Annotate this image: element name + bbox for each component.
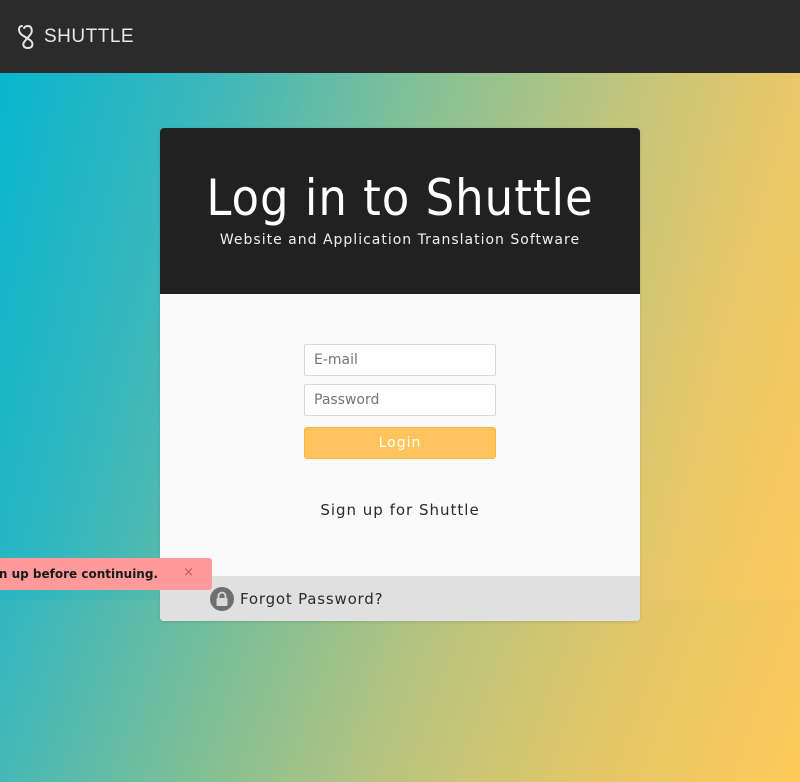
page-subtitle: Website and Application Translation Soft… [219,232,581,248]
flash-message: You need to sign in or sign up before co… [0,567,158,581]
email-field[interactable] [304,344,496,376]
signup-link[interactable]: Sign up for Shuttle [320,501,479,519]
close-icon[interactable]: × [183,565,194,581]
login-button[interactable]: Login [304,427,496,459]
lock-icon [210,586,234,611]
login-card-footer: Forgot Password? [160,576,640,621]
forgot-password-link[interactable]: Forgot Password? [240,590,383,608]
login-card: Log in to Shuttle Website and Applicatio… [160,128,640,621]
top-navbar: SHUTTLE [0,0,800,73]
shuttle-logo-icon [18,24,34,49]
brand-name: SHUTTLE [44,25,135,47]
page-title: Log in to Shuttle [206,169,594,227]
flash-alert: You need to sign in or sign up before co… [0,558,212,590]
password-field[interactable] [304,384,496,416]
login-form: Login Sign up for Shuttle [160,294,640,576]
login-card-header: Log in to Shuttle Website and Applicatio… [160,128,640,294]
brand-logo-link[interactable]: SHUTTLE [16,24,134,50]
